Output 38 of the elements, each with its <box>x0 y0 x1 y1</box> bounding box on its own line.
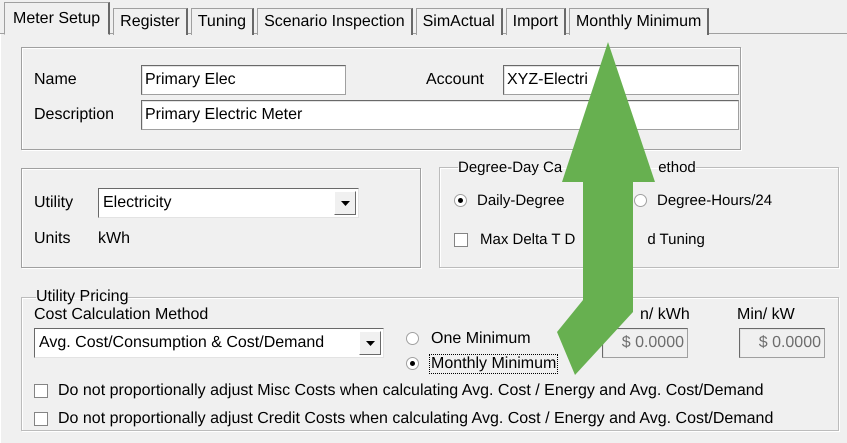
radio-label[interactable]: Monthly Minimum <box>429 354 558 374</box>
checkbox-label[interactable]: Max Delta T D <box>480 231 576 248</box>
tab[interactable]: Scenario Inspection <box>257 8 413 35</box>
field-label: Description <box>34 106 116 124</box>
units-value: kWh <box>98 230 130 248</box>
tab[interactable]: Monthly Minimum <box>568 8 710 35</box>
tab[interactable]: Meter Setup <box>4 2 110 35</box>
radio-button[interactable] <box>406 332 419 345</box>
field-label: Name <box>34 71 78 89</box>
tab[interactable]: Import <box>506 8 566 35</box>
radio-label[interactable]: One Minimum <box>429 328 533 348</box>
radio-button[interactable] <box>454 194 467 206</box>
tab[interactable]: Register <box>113 8 188 35</box>
field-label: Units <box>34 230 72 248</box>
radio-button[interactable] <box>406 357 419 370</box>
checkbox[interactable] <box>454 232 468 246</box>
field-label: Cost Calculation Method <box>34 306 208 325</box>
checkbox[interactable] <box>34 412 48 426</box>
radio-label[interactable]: Daily-Degree <box>477 192 565 208</box>
checkbox-label[interactable]: Do not proportionally adjust Credit Costs when calculating Avg. Cost / Energy and Avg. Cost/Demand <box>58 410 774 428</box>
checkbox-label[interactable]: d Tuning <box>647 231 705 248</box>
name-field[interactable]: Primary Elec <box>141 65 346 95</box>
tab[interactable]: SimActual <box>416 8 503 35</box>
group-title: Utility Pricing <box>36 288 128 306</box>
description-field[interactable]: Primary Electric Meter <box>141 100 739 130</box>
checkbox-label[interactable]: Do not proportionally adjust Misc Costs when calculating Avg. Cost / Energy and Avg. Cost/Demand <box>58 382 764 400</box>
tab[interactable]: Tuning <box>190 8 254 35</box>
group-title: Degree-Day Ca <box>458 159 562 176</box>
field-label: Utility <box>34 194 74 212</box>
group-title: ethod <box>658 159 696 176</box>
dropdown[interactable]: Electricity <box>98 188 359 218</box>
field-label: Account <box>426 71 485 89</box>
radio-button[interactable] <box>634 194 647 206</box>
radio-label[interactable]: Degree-Hours/24 <box>657 192 772 208</box>
dropdown[interactable]: Avg. Cost/Consumption & Cost/Demand <box>34 328 384 358</box>
checkbox[interactable] <box>34 384 48 398</box>
field-label: n/ kWh <box>640 306 690 325</box>
field-label: Min/ kW <box>737 306 795 325</box>
